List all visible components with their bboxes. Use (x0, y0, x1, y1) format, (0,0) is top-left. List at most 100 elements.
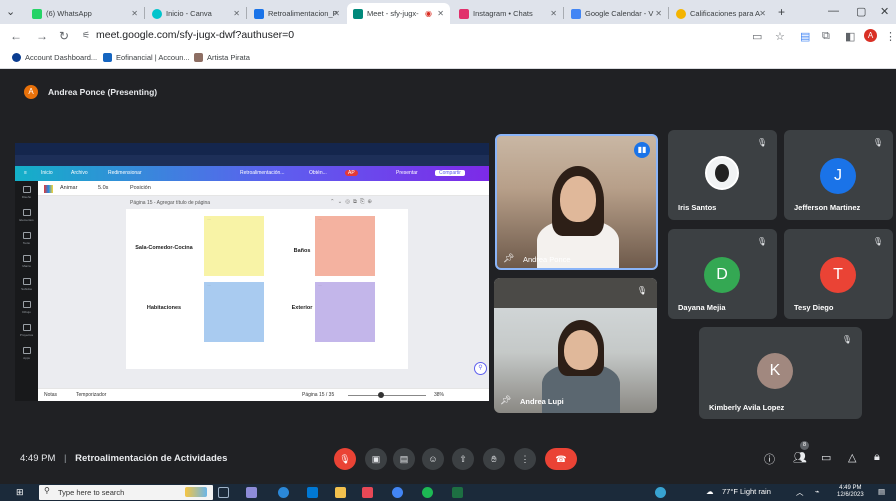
close-icon[interactable]: ✕ (437, 9, 444, 18)
present-button[interactable]: ⇧ (452, 448, 474, 470)
close-icon[interactable]: ✕ (333, 9, 340, 18)
zoom-slider-handle[interactable] (378, 392, 384, 398)
minimize-icon[interactable]: — (828, 5, 839, 17)
canva-menu-archivo[interactable]: Archivo (71, 170, 88, 176)
mic-toggle-button[interactable]: 🎙︎ (334, 448, 356, 470)
participant-tile-iris-santos[interactable]: 🎙︎ Iris Santos (668, 130, 777, 220)
host-controls-icon[interactable]: 🔒︎ (874, 451, 880, 464)
mail-icon[interactable] (307, 487, 318, 498)
canva-presentar-button[interactable]: Presentar (396, 170, 418, 176)
canva-notes-button[interactable]: Notas (44, 392, 57, 398)
sticky-note[interactable]: ····· (315, 216, 375, 276)
weather-widget[interactable]: 77°F Light rain (722, 487, 771, 496)
leave-call-button[interactable]: ☎︎ (545, 448, 577, 470)
color-swatch-icon[interactable] (44, 185, 53, 193)
docs-extension-icon[interactable]: ▤ (800, 30, 810, 43)
site-info-icon[interactable]: ⚟ (82, 30, 90, 41)
tab-search-icon[interactable]: ⌄ (6, 5, 15, 18)
pin-icon[interactable]: 📌︎ (500, 395, 511, 406)
excel-icon[interactable] (452, 487, 463, 498)
windows-start-icon[interactable]: ⊞ (16, 487, 24, 498)
bookmark-star-icon[interactable]: ☆ (775, 30, 785, 43)
extensions-icon[interactable]: ⧉ (822, 30, 830, 43)
canva-duration-button[interactable]: 5.0s (98, 185, 108, 191)
bookmark-eofinancial[interactable]: Eofinancial | Accoun... (103, 53, 190, 62)
meeting-details-icon[interactable]: ⓘ (764, 451, 775, 467)
participant-tile-andrea-lupi[interactable]: 🎙︎ 📌︎ Andrea Lupi (494, 278, 657, 413)
shared-screen: ≡ Inicio Archivo Redimensionar Retroalim… (15, 143, 489, 401)
tab-retroalimentacion[interactable]: Retroalimentacion_P ✕ (248, 3, 346, 24)
canva-timer-button[interactable]: Temporizador (76, 392, 106, 398)
pin-icon[interactable]: 📌︎ (503, 253, 514, 264)
reload-icon[interactable]: ↻ (59, 29, 69, 43)
canva-page[interactable]: Sala-Comedor-Cocina ····· Baños ····· Ha… (126, 209, 408, 369)
bookmark-artista-pirata[interactable]: Artista Pirata (194, 53, 250, 62)
notifications-icon[interactable]: ▤ (878, 487, 885, 496)
close-icon[interactable]: ✕ (131, 9, 138, 18)
camera-toggle-button[interactable]: ▣ (365, 448, 387, 470)
close-icon[interactable]: ✕ (655, 9, 662, 18)
canva-menu-redimensionar[interactable]: Redimensionar (108, 170, 142, 176)
tab-instagram[interactable]: Instagram • Chats ✕ (453, 3, 563, 24)
teams-icon[interactable] (246, 487, 257, 498)
activities-icon[interactable]: △ (848, 451, 856, 464)
canva-compartir-button[interactable]: Compartir (435, 170, 465, 176)
tab-meet[interactable]: Meet - sfy-jugx- ◉ ✕ (347, 3, 450, 24)
captions-button[interactable]: ▤ (393, 448, 415, 470)
new-tab-button[interactable]: + (778, 5, 785, 19)
raise-hand-button[interactable]: ✋︎ (483, 448, 505, 470)
tab-calendar[interactable]: Google Calendar - V ✕ (565, 3, 668, 24)
room-label: Habitaciones (146, 305, 182, 311)
tray-chevron-icon[interactable]: ︿ (796, 487, 804, 498)
close-icon[interactable]: ✕ (233, 9, 240, 18)
canva-doc-title[interactable]: Retroalimentación... (240, 170, 284, 176)
tab-whatsapp[interactable]: (6) WhatsApp ✕ (26, 3, 144, 24)
emoji-button[interactable]: ☺ (422, 448, 444, 470)
file-explorer-icon[interactable] (335, 487, 346, 498)
back-icon[interactable]: ← (10, 29, 22, 43)
taskbar-clock[interactable]: 4:49 PM 12/6/2023 (837, 485, 864, 499)
zoom-slider[interactable] (348, 395, 426, 396)
canva-animar-button[interactable]: Animar (60, 185, 77, 191)
maximize-icon[interactable]: ▢ (856, 5, 866, 18)
window-close-icon[interactable]: ✕ (880, 5, 889, 18)
cast-icon[interactable]: ▭ (752, 30, 762, 43)
network-icon[interactable]: ⌁ (815, 487, 820, 496)
store-icon[interactable] (362, 487, 373, 498)
canva-menu-obten[interactable]: Obtén... (309, 170, 327, 176)
close-icon[interactable]: ✕ (759, 9, 766, 18)
canva-help-icon[interactable]: ⚲ (474, 362, 487, 375)
chrome-icon[interactable] (392, 487, 403, 498)
canva-user-badge: AP (345, 170, 358, 176)
side-panel-icon[interactable]: ◧ (845, 30, 855, 43)
tab-canva[interactable]: Inicio - Canva ✕ (146, 3, 246, 24)
edge-icon[interactable] (278, 487, 289, 498)
menu-icon[interactable]: ⋮ (885, 30, 896, 43)
participant-tile-dayana-mejia[interactable]: 🎙︎ D Dayana Mejia (668, 229, 777, 319)
sticky-note[interactable]: ····· (204, 216, 264, 276)
participant-tile-tesy-diego[interactable]: 🎙︎ T Tesy Diego (784, 229, 893, 319)
participant-tile-jefferson-martinez[interactable]: 🎙︎ J Jefferson Martinez (784, 130, 893, 220)
address-bar[interactable]: meet.google.com/sfy-jugx-dwf?authuser=0 (96, 29, 294, 41)
app-tray-icon[interactable] (655, 487, 666, 498)
tab-calificaciones[interactable]: Calificaciones para A ✕ (670, 3, 772, 24)
sticky-note[interactable]: ····· (315, 282, 375, 342)
chat-icon[interactable]: ▭ (821, 451, 831, 464)
more-options-button[interactable]: ⋮ (514, 448, 536, 470)
taskbar-search[interactable]: ⚲ Type here to search (39, 485, 213, 500)
weather-icon[interactable]: ☁︎ (706, 487, 714, 496)
people-icon[interactable]: 👥︎ (793, 451, 807, 464)
canva-menu-inicio[interactable]: Inicio (41, 170, 53, 176)
profile-avatar[interactable]: A (864, 29, 877, 42)
mic-off-icon: 🎙︎ (756, 138, 767, 147)
canva-posicion-button[interactable]: Posición (130, 185, 151, 191)
bookmark-account-dashboard[interactable]: Account Dashboard... (12, 53, 97, 62)
canva-page-actions[interactable]: ⌃⌄◎⧉⎘⊕ (330, 199, 375, 206)
spotify-icon[interactable] (422, 487, 433, 498)
task-view-icon[interactable] (218, 487, 229, 498)
participant-tile-kimberly-avila-lopez[interactable]: 🎙︎ K Kimberly Avila Lopez (699, 327, 862, 419)
close-icon[interactable]: ✕ (550, 9, 557, 18)
forward-icon[interactable]: → (36, 29, 48, 43)
sticky-note[interactable]: ····· (204, 282, 264, 342)
participant-tile-andrea-ponce[interactable]: ▮▮ 📌︎ Andrea Ponce (495, 134, 658, 270)
